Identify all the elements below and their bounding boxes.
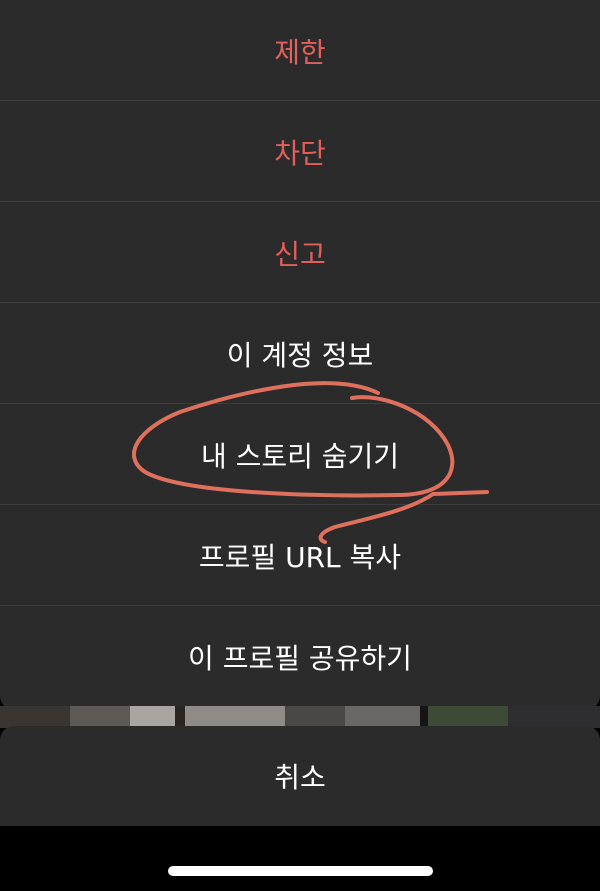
report-button[interactable]: 신고 bbox=[0, 202, 600, 303]
hide-story-button[interactable]: 내 스토리 숨기기 bbox=[0, 404, 600, 505]
block-button[interactable]: 차단 bbox=[0, 101, 600, 202]
restrict-button[interactable]: 제한 bbox=[0, 0, 600, 101]
cancel-button[interactable]: 취소 bbox=[0, 726, 600, 826]
action-sheet: 제한 차단 신고 이 계정 정보 내 스토리 숨기기 프로필 URL 복사 이 … bbox=[0, 0, 600, 710]
copy-profile-url-button[interactable]: 프로필 URL 복사 bbox=[0, 505, 600, 606]
background-photo-strip bbox=[0, 706, 600, 728]
cancel-sheet: 취소 bbox=[0, 726, 600, 826]
account-info-button[interactable]: 이 계정 정보 bbox=[0, 303, 600, 404]
share-profile-button[interactable]: 이 프로필 공유하기 bbox=[0, 606, 600, 707]
home-indicator[interactable] bbox=[168, 866, 433, 876]
